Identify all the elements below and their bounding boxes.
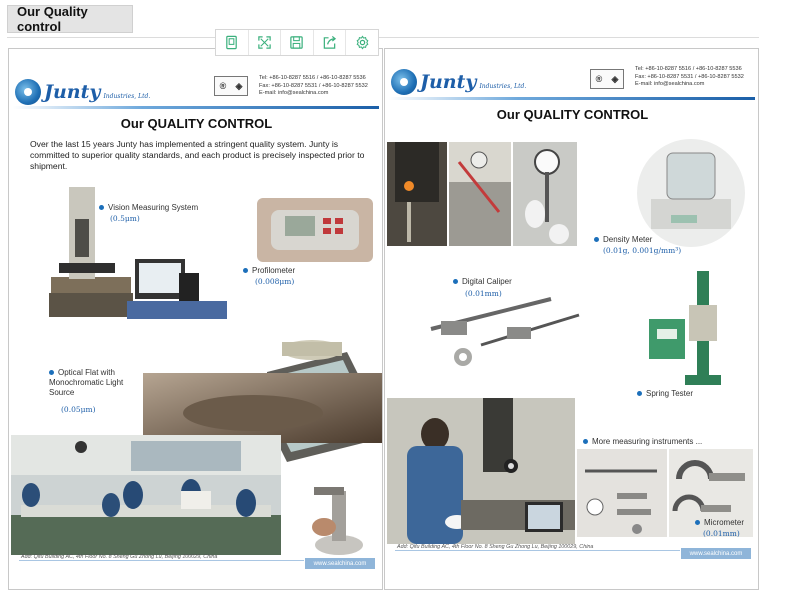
bullet-dot-icon (594, 237, 599, 243)
brand-name: Junty (44, 81, 101, 103)
feature-label: Profilometer (252, 266, 296, 275)
header-rule (389, 97, 755, 100)
quality-control-viewer: Our Quality control Junty Industries, Lt… (0, 0, 787, 590)
feature-optical-flat: Optical Flat with Monochromatic Light So… (49, 368, 139, 398)
intro-paragraph: Over the last 15 years Junty has impleme… (30, 139, 365, 171)
feature-spec: (0.01mm) (703, 529, 740, 538)
brand-subtitle: Industries, Ltd. (479, 82, 527, 90)
bullet-dot-icon (243, 268, 248, 274)
settings-button[interactable] (346, 30, 378, 55)
feature-more-instruments: More measuring instruments ... (583, 437, 753, 447)
bookmark-icon (226, 35, 238, 50)
footer-rule (19, 560, 304, 561)
brand-logo: Junty Industries, Ltd. (391, 69, 526, 95)
optical-flat-light-photo (143, 373, 382, 443)
header-rule (13, 106, 379, 109)
save-icon (290, 36, 304, 49)
r-mark-icon: ® (219, 81, 227, 91)
quality-mark-icon: ◈ (235, 80, 243, 91)
bullet-dot-icon (99, 205, 104, 211)
page-title: Our QUALITY CONTROL (496, 107, 649, 122)
footer-website: www.sealchina.com (681, 548, 751, 559)
feature-spring-tester: Spring Tester (637, 389, 737, 399)
settings-icon (356, 35, 369, 50)
contact-info: Tel: +86-10-8287 5516 / +86-10-8287 5536… (259, 75, 368, 97)
save-button[interactable] (281, 30, 314, 55)
footer-rule (395, 550, 680, 551)
page-title: Our QUALITY CONTROL (120, 116, 273, 131)
feature-spec: (0.01g, 0.001g/mm³) (603, 246, 682, 255)
feature-label: More measuring instruments ... (592, 437, 703, 446)
contact-info: Tel: +86-10-8287 5516 / +86-10-8287 5536… (635, 66, 744, 88)
feature-profilometer: Profilometer (243, 266, 363, 276)
logo-emblem-icon (15, 79, 41, 105)
brand-name: Junty (420, 71, 477, 93)
brand-subtitle: Industries, Ltd. (103, 92, 151, 100)
quality-mark-icon: ◈ (611, 73, 619, 84)
footer-address: Add: Qifu Building AC, 4th Floor No. 8 S… (21, 554, 218, 560)
microscope-photo (294, 477, 380, 567)
spring-tester-photo (645, 265, 725, 387)
certification-marks: ® ◈ (214, 76, 248, 96)
fullscreen-button[interactable] (249, 30, 282, 55)
feature-label: Vision Measuring System (108, 203, 199, 212)
feature-spec: (0.05μm) (61, 405, 96, 414)
brochure-page-left: Junty Industries, Ltd. ® ◈ Tel: +86-10-82… (8, 48, 383, 590)
bullet-dot-icon (453, 279, 458, 285)
certification-marks: ® ◈ (590, 69, 624, 89)
section-divider (7, 37, 759, 38)
bullet-dot-icon (583, 439, 588, 445)
logo-emblem-icon (391, 69, 417, 95)
footer-address: Add: Qifu Building AC, 4th Floor No. 8 S… (397, 544, 594, 550)
feature-density-meter: Density Meter (594, 235, 714, 245)
density-meter-photo (637, 139, 745, 247)
viewer-toolbar (215, 29, 379, 56)
feature-spec: (0.008μm) (255, 277, 295, 286)
section-title-tab[interactable]: Our Quality control (7, 4, 133, 34)
operator-inspection-photo (387, 398, 575, 544)
feature-label: Density Meter (603, 235, 653, 244)
feature-label: Micrometer (704, 518, 745, 527)
footer-website: www.sealchina.com (305, 558, 375, 569)
feature-micrometer: Micrometer (695, 518, 758, 528)
measuring-tools-photo (577, 449, 667, 537)
inspection-lab-photo (11, 435, 281, 555)
feature-vision-measuring: Vision Measuring System (99, 203, 229, 213)
share-button[interactable] (314, 30, 347, 55)
vision-measuring-system-photo (39, 179, 229, 327)
feature-label: Spring Tester (646, 389, 693, 398)
feature-label: Optical Flat with Monochromatic Light So… (49, 368, 124, 397)
bookmark-button[interactable] (216, 30, 249, 55)
gauge-test-photo (449, 142, 511, 246)
brand-logo: Junty Industries, Ltd. (15, 79, 150, 105)
bullet-dot-icon (49, 370, 54, 376)
digital-caliper-photo (421, 285, 581, 371)
bullet-dot-icon (637, 391, 642, 397)
share-icon (323, 35, 337, 49)
profilometer-photo (257, 198, 373, 262)
feature-spec: (0.5μm) (110, 214, 140, 223)
fullscreen-icon (258, 36, 271, 49)
dial-indicator-photo (513, 142, 577, 246)
measuring-probe-photo (387, 142, 447, 246)
brochure-page-right: Junty Industries, Ltd. ® ◈ Tel: +86-10-82… (384, 48, 759, 590)
bullet-dot-icon (695, 520, 700, 526)
r-mark-icon: ® (595, 74, 603, 84)
